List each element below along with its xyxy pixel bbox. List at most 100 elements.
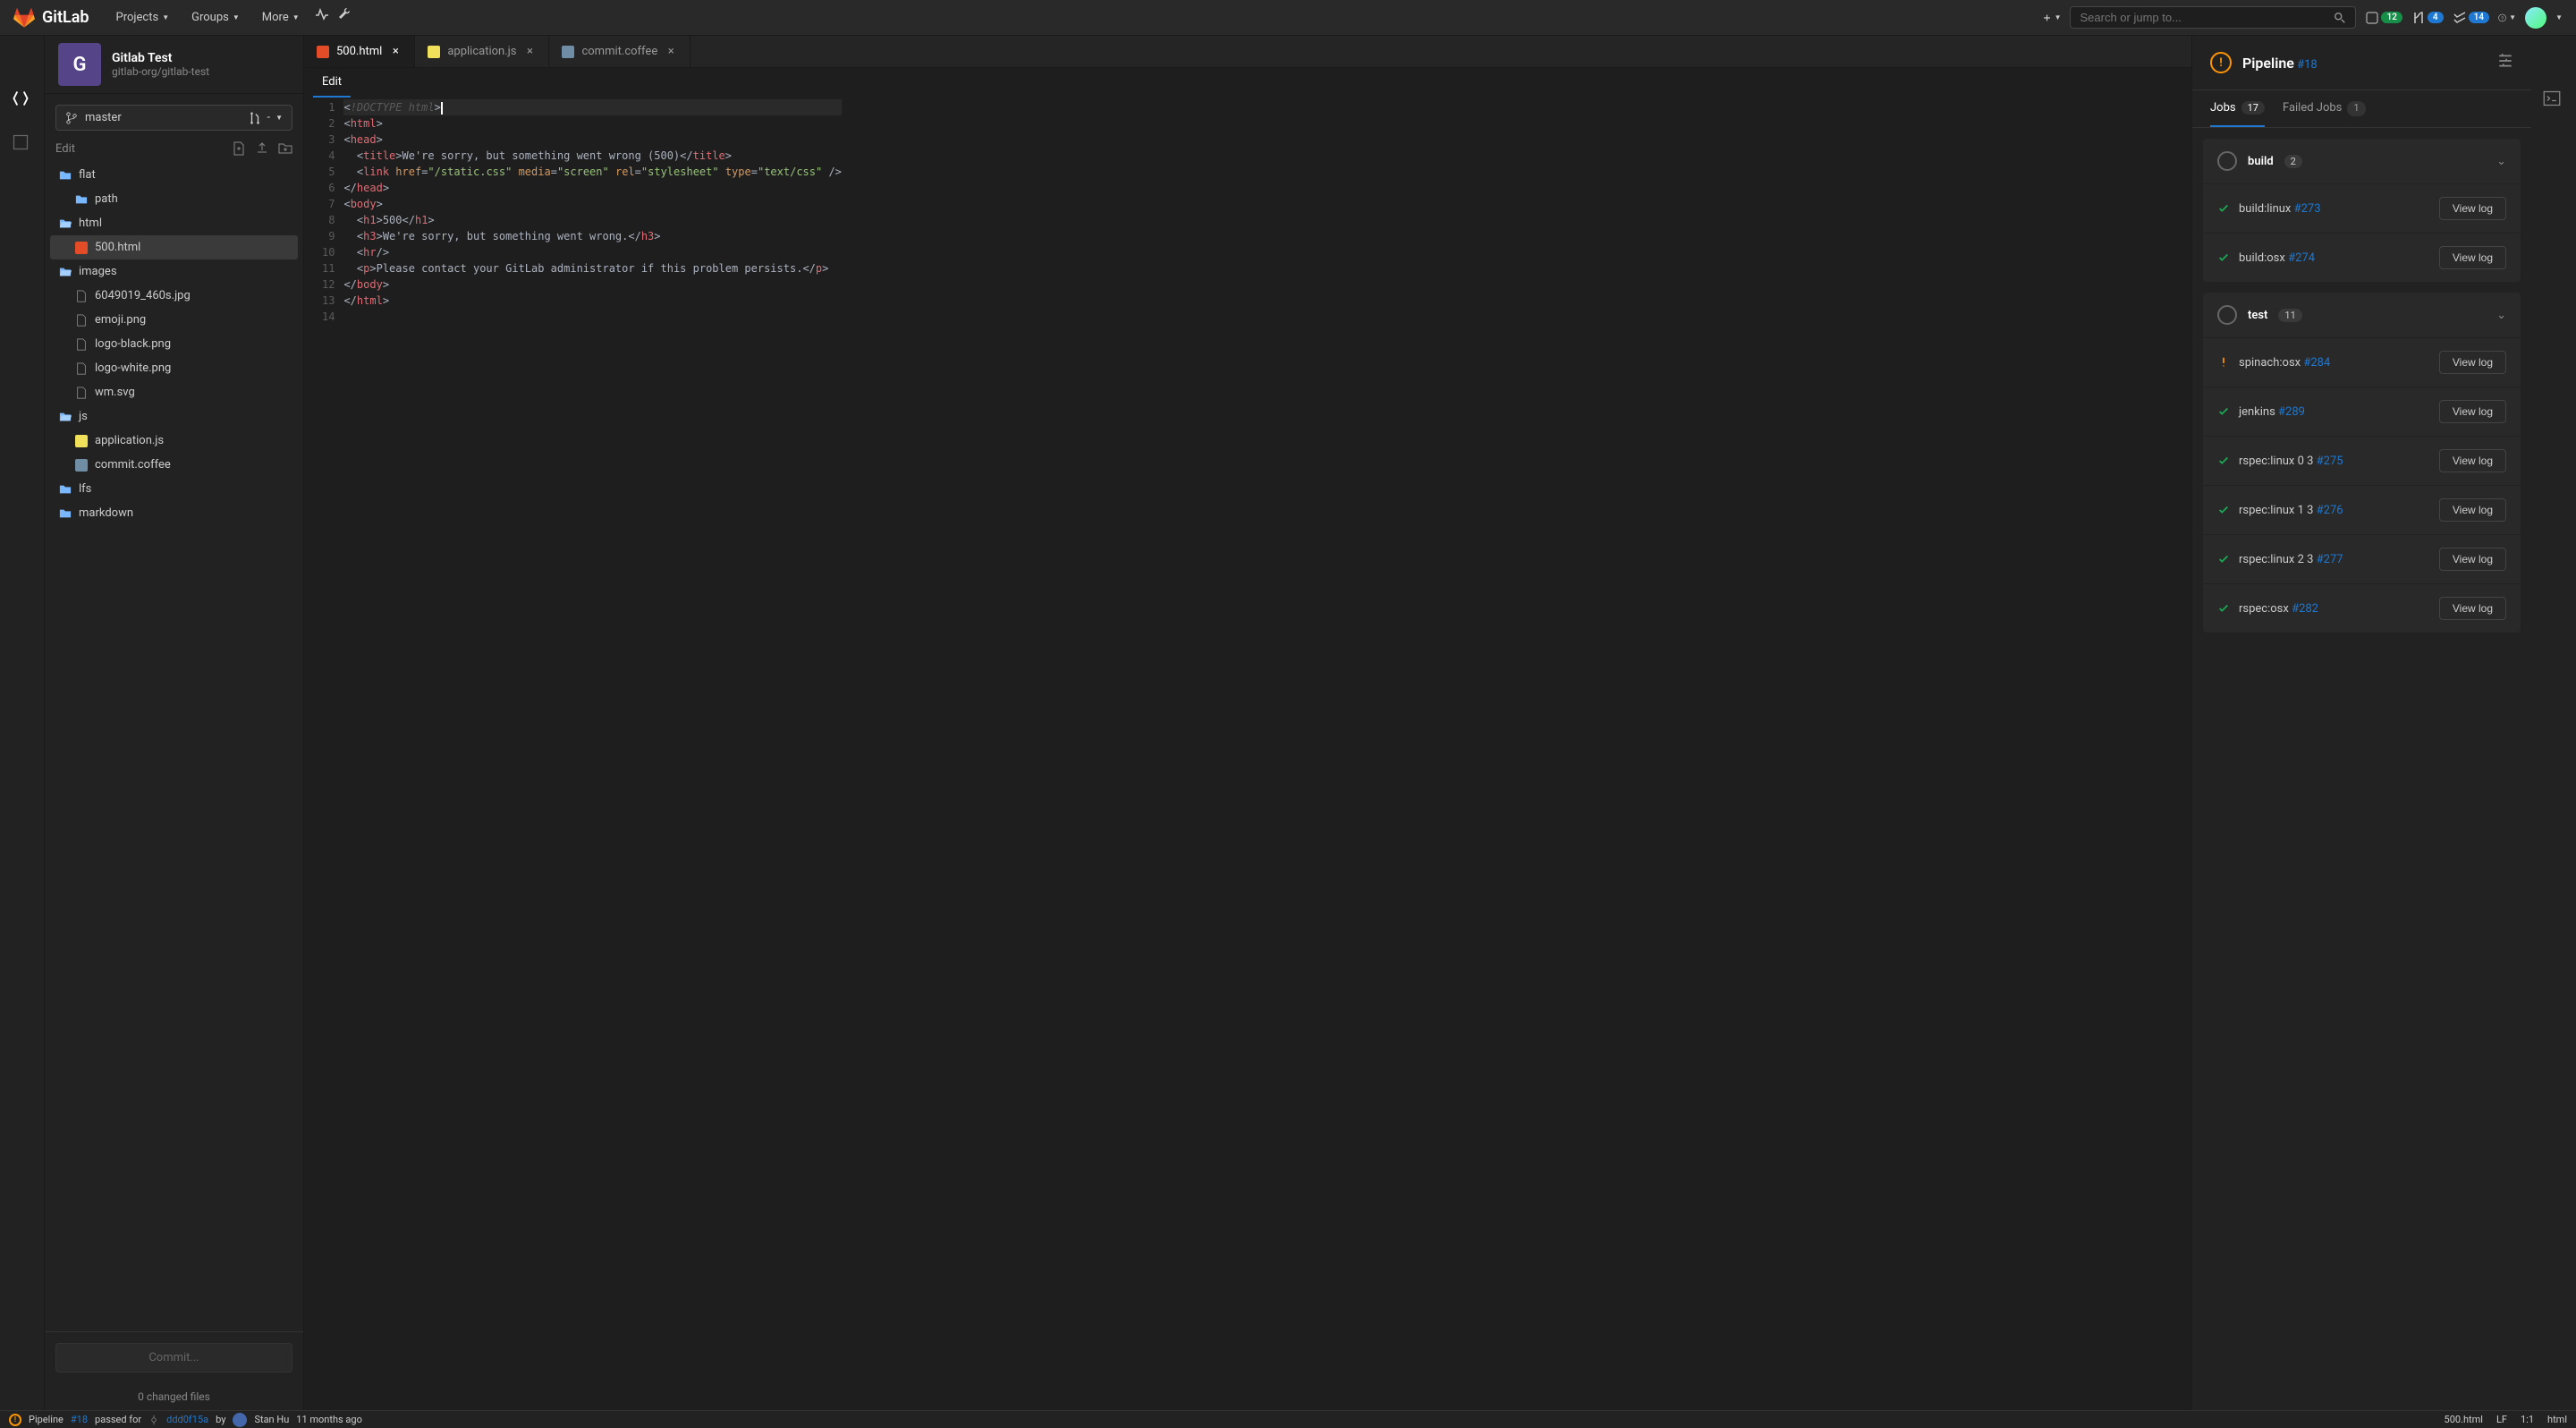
nav-groups[interactable]: Groups▼: [182, 5, 249, 30]
tree-item-images[interactable]: images: [50, 259, 298, 284]
activity-icon[interactable]: [313, 5, 331, 23]
job-id-link[interactable]: #284: [2303, 356, 2330, 370]
author-avatar: [233, 1413, 247, 1427]
tree-item-emoji-png[interactable]: emoji.png: [50, 308, 298, 332]
new-file-icon[interactable]: [232, 141, 246, 156]
tree-item-lfs[interactable]: lfs: [50, 477, 298, 501]
job-row: build:osx #274View log: [2203, 233, 2521, 282]
branch-icon: [65, 112, 78, 124]
plus-icon[interactable]: ▼: [2043, 9, 2061, 27]
user-menu-caret[interactable]: ▼: [2555, 13, 2563, 21]
branch-selector[interactable]: master - ▼: [55, 105, 292, 131]
tab-jobs[interactable]: Jobs 17: [2210, 90, 2265, 127]
activity-bar: [0, 36, 45, 1410]
activity-edit-icon[interactable]: [12, 89, 33, 111]
tree-item-application-js[interactable]: application.js: [50, 429, 298, 453]
view-log-button[interactable]: View log: [2439, 597, 2506, 620]
view-log-button[interactable]: View log: [2439, 498, 2506, 522]
close-icon[interactable]: ×: [389, 46, 402, 58]
view-log-button[interactable]: View log: [2439, 449, 2506, 472]
tree-item-path[interactable]: path: [50, 187, 298, 211]
tab-application-js[interactable]: application.js×: [415, 36, 549, 67]
user-avatar[interactable]: [2525, 7, 2546, 29]
edit-label: Edit: [55, 142, 75, 156]
tree-item-js[interactable]: js: [50, 404, 298, 429]
status-bar: ! Pipeline #18 passed for ddd0f15a by St…: [0, 1410, 2576, 1428]
tree-item-html[interactable]: html: [50, 211, 298, 235]
code-editor[interactable]: 1234567891011121314 <!DOCTYPE html><html…: [304, 98, 2191, 1410]
status-language[interactable]: html: [2547, 1414, 2567, 1425]
job-id-link[interactable]: #289: [2278, 405, 2305, 419]
status-by: by: [216, 1414, 225, 1425]
stage-header[interactable]: test11⌄: [2203, 293, 2521, 337]
help-icon[interactable]: ?▼: [2498, 9, 2516, 27]
close-icon[interactable]: ×: [665, 46, 677, 58]
gitlab-logo[interactable]: GitLab: [13, 7, 89, 29]
pipeline-settings-icon[interactable]: [2497, 53, 2513, 69]
todos-badge[interactable]: 14: [2453, 11, 2489, 25]
terminal-icon[interactable]: [2543, 89, 2564, 111]
tab-500-html[interactable]: 500.html×: [304, 36, 415, 67]
status-cursor-pos[interactable]: 1:1: [2521, 1414, 2534, 1425]
tree-item-500-html[interactable]: 500.html: [50, 235, 298, 259]
brand-text: GitLab: [42, 8, 89, 27]
tree-item-wm-svg[interactable]: wm.svg: [50, 380, 298, 404]
job-row: rspec:linux 2 3 #277View log: [2203, 534, 2521, 583]
status-line-ending[interactable]: LF: [2496, 1414, 2507, 1425]
tree-item-logo-black-png[interactable]: logo-black.png: [50, 332, 298, 356]
stage-test: test11⌄spinach:osx #284View logjenkins #…: [2203, 293, 2521, 633]
search-field[interactable]: [2080, 11, 2334, 24]
activity-review-icon[interactable]: [12, 133, 33, 155]
job-id-link[interactable]: #274: [2288, 251, 2315, 265]
new-folder-icon[interactable]: [278, 141, 292, 156]
stage-status-icon: [2217, 151, 2237, 171]
job-row: rspec:osx #282View log: [2203, 583, 2521, 633]
svg-text:?: ?: [2501, 16, 2504, 21]
close-icon[interactable]: ×: [523, 46, 536, 58]
view-log-button[interactable]: View log: [2439, 246, 2506, 269]
job-id-link[interactable]: #276: [2317, 504, 2343, 517]
view-log-button[interactable]: View log: [2439, 548, 2506, 571]
branch-name: master: [85, 111, 122, 124]
tree-item-6049019_460s-jpg[interactable]: 6049019_460s.jpg: [50, 284, 298, 308]
job-id-link[interactable]: #275: [2317, 455, 2343, 468]
status-time: 11 months ago: [296, 1414, 362, 1425]
tree-item-logo-white-png[interactable]: logo-white.png: [50, 356, 298, 380]
wrench-icon[interactable]: [335, 5, 353, 23]
job-row: rspec:linux 0 3 #275View log: [2203, 436, 2521, 485]
stage-header[interactable]: build2⌄: [2203, 139, 2521, 183]
chevron-down-icon: ⌄: [2496, 309, 2506, 322]
tab-failed-jobs[interactable]: Failed Jobs 1: [2283, 90, 2366, 127]
issues-badge[interactable]: 12: [2365, 11, 2402, 25]
view-log-button[interactable]: View log: [2439, 400, 2506, 423]
view-log-button[interactable]: View log: [2439, 197, 2506, 220]
view-log-button[interactable]: View log: [2439, 351, 2506, 374]
editor-tabs: 500.html×application.js×commit.coffee×: [304, 36, 2191, 68]
jobs-list: build2⌄build:linux #273View logbuild:osx…: [2192, 128, 2531, 1410]
top-navigation: GitLab Projects▼ Groups▼ More▼ ▼ 12 4 14…: [0, 0, 2576, 36]
status-pipeline-icon: !: [9, 1414, 21, 1426]
nav-more[interactable]: More▼: [253, 5, 309, 30]
merge-icon: [2411, 11, 2426, 25]
job-id-link[interactable]: #277: [2317, 553, 2343, 566]
search-input[interactable]: [2070, 6, 2356, 29]
project-header: G Gitlab Test gitlab-org/gitlab-test: [45, 36, 303, 94]
tab-commit-coffee[interactable]: commit.coffee×: [549, 36, 691, 67]
pipeline-id-link[interactable]: #18: [2297, 58, 2318, 72]
nav-projects[interactable]: Projects▼: [107, 5, 179, 30]
commit-button[interactable]: Commit...: [55, 1343, 292, 1373]
merge-requests-badge[interactable]: 4: [2411, 11, 2444, 25]
status-commit-sha[interactable]: ddd0f15a: [166, 1414, 208, 1425]
editor-mode-tab[interactable]: Edit: [313, 68, 351, 98]
tree-item-commit-coffee[interactable]: commit.coffee: [50, 453, 298, 477]
job-id-link[interactable]: #282: [2292, 602, 2318, 616]
status-pipeline-id[interactable]: #18: [71, 1414, 88, 1425]
code-content[interactable]: <!DOCTYPE html><html><head> <title>We're…: [343, 98, 841, 1410]
upload-icon[interactable]: [255, 141, 269, 156]
tree-item-markdown[interactable]: markdown: [50, 501, 298, 525]
job-row: rspec:linux 1 3 #276View log: [2203, 485, 2521, 534]
editor-area: 500.html×application.js×commit.coffee× E…: [304, 36, 2191, 1410]
tree-item-flat[interactable]: flat: [50, 163, 298, 187]
job-id-link[interactable]: #273: [2294, 202, 2321, 216]
file-tree: flatpathhtml500.htmlimages6049019_460s.j…: [45, 163, 303, 1331]
